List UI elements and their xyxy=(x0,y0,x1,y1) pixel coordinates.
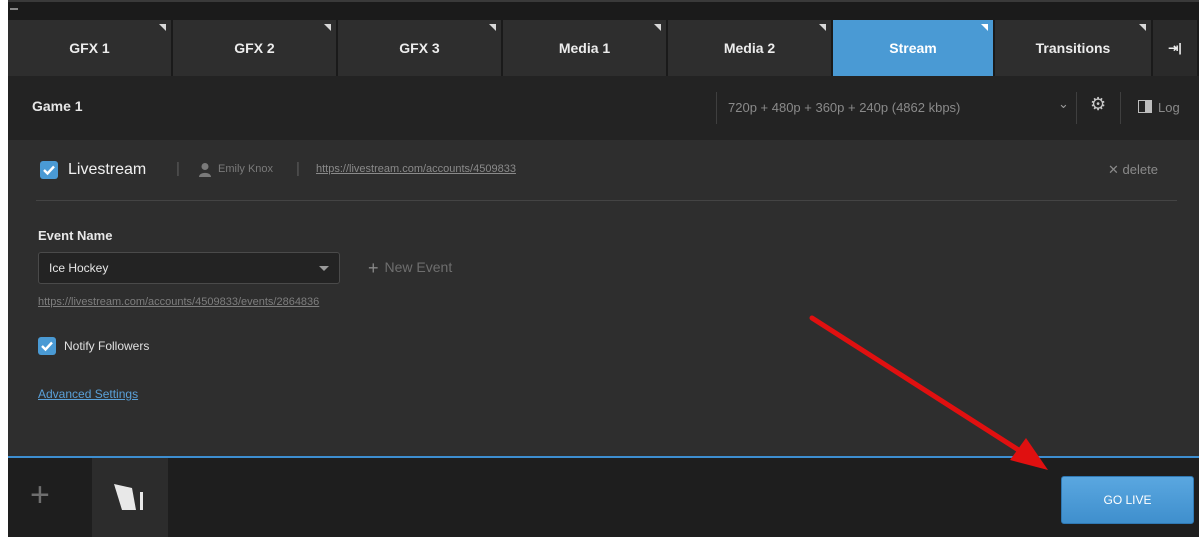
user-icon xyxy=(199,163,211,177)
divider xyxy=(1120,92,1121,124)
service-name: Livestream xyxy=(68,161,147,178)
tab-label: Transitions xyxy=(1035,40,1111,56)
skip-end-icon: ⇥| xyxy=(1168,41,1182,55)
separator: | xyxy=(296,160,300,177)
account-user: Emily Knox xyxy=(218,163,274,175)
tab-overflow-button[interactable]: ⇥| xyxy=(1153,20,1199,76)
divider xyxy=(1076,92,1077,124)
tab-stream[interactable]: Stream xyxy=(833,20,995,76)
tab-label: Media 1 xyxy=(558,40,611,56)
tab-label: Media 2 xyxy=(723,40,776,56)
notify-followers-checkbox[interactable] xyxy=(38,337,56,355)
drag-handle-icon xyxy=(10,8,18,10)
delete-label: delete xyxy=(1122,162,1158,177)
tab-transitions[interactable]: Transitions xyxy=(995,20,1153,76)
stream-title: Game 1 xyxy=(32,98,83,114)
go-live-button[interactable]: GO LIVE xyxy=(1061,476,1194,524)
tab-bar: GFX 1 GFX 2 GFX 3 Media 1 Media 2 Stream… xyxy=(8,20,1199,76)
event-select-value: Ice Hockey xyxy=(49,261,109,275)
check-icon xyxy=(41,341,53,352)
chevron-down-icon xyxy=(319,266,329,271)
notify-followers-label: Notify Followers xyxy=(64,339,150,353)
tab-label: GFX 2 xyxy=(234,40,275,56)
tab-gfx-3[interactable]: GFX 3 xyxy=(338,20,503,76)
stream-header: Game 1 720p + 480p + 360p + 240p (4862 k… xyxy=(8,76,1199,140)
chevron-down-icon[interactable]: ⌄ xyxy=(1058,96,1069,112)
top-strip xyxy=(8,0,1199,20)
event-select[interactable]: Ice Hockey xyxy=(38,252,340,284)
separator: | xyxy=(176,160,180,177)
delete-account-button[interactable]: ✕ delete xyxy=(1108,162,1158,178)
tab-media-2[interactable]: Media 2 xyxy=(668,20,833,76)
tab-gfx-1[interactable]: GFX 1 xyxy=(8,20,173,76)
add-account-button[interactable]: + xyxy=(30,478,50,512)
tab-corner-icon xyxy=(324,24,331,31)
tab-corner-icon xyxy=(654,24,661,31)
stream-settings-panel: Livestream | Emily Knox | https://livest… xyxy=(8,140,1199,456)
plus-icon: + xyxy=(368,258,379,278)
livestream-checkbox[interactable] xyxy=(40,161,58,179)
gear-icon[interactable]: ⚙ xyxy=(1090,94,1106,115)
divider xyxy=(36,200,1177,201)
check-icon xyxy=(43,165,55,176)
tab-label: GFX 3 xyxy=(399,40,440,56)
divider xyxy=(716,92,717,124)
log-button[interactable]: Log xyxy=(1158,100,1180,115)
event-name-label: Event Name xyxy=(38,228,113,243)
log-panel-icon[interactable] xyxy=(1138,100,1152,113)
new-event-button[interactable]: + New Event xyxy=(368,258,452,279)
tab-corner-icon xyxy=(1139,24,1146,31)
studio-window: GFX 1 GFX 2 GFX 3 Media 1 Media 2 Stream… xyxy=(8,0,1199,537)
advanced-settings-link[interactable]: Advanced Settings xyxy=(38,387,138,401)
tab-label: Stream xyxy=(889,40,937,56)
livestream-logo-icon xyxy=(114,484,143,510)
tab-corner-icon xyxy=(159,24,166,31)
tab-media-1[interactable]: Media 1 xyxy=(503,20,668,76)
tab-label: GFX 1 xyxy=(69,40,110,56)
bitrate-select[interactable]: 720p + 480p + 360p + 240p (4862 kbps) xyxy=(728,100,960,115)
account-url-link[interactable]: https://livestream.com/accounts/4509833 xyxy=(316,163,516,175)
tab-gfx-2[interactable]: GFX 2 xyxy=(173,20,338,76)
bottom-bar: + GO LIVE xyxy=(8,456,1199,537)
close-icon: ✕ xyxy=(1108,162,1119,177)
new-event-label: New Event xyxy=(384,259,453,275)
event-url-link[interactable]: https://livestream.com/accounts/4509833/… xyxy=(38,296,319,308)
livestream-account-tab[interactable] xyxy=(92,458,168,537)
tab-corner-icon xyxy=(981,24,988,31)
tab-corner-icon xyxy=(819,24,826,31)
tab-corner-icon xyxy=(489,24,496,31)
